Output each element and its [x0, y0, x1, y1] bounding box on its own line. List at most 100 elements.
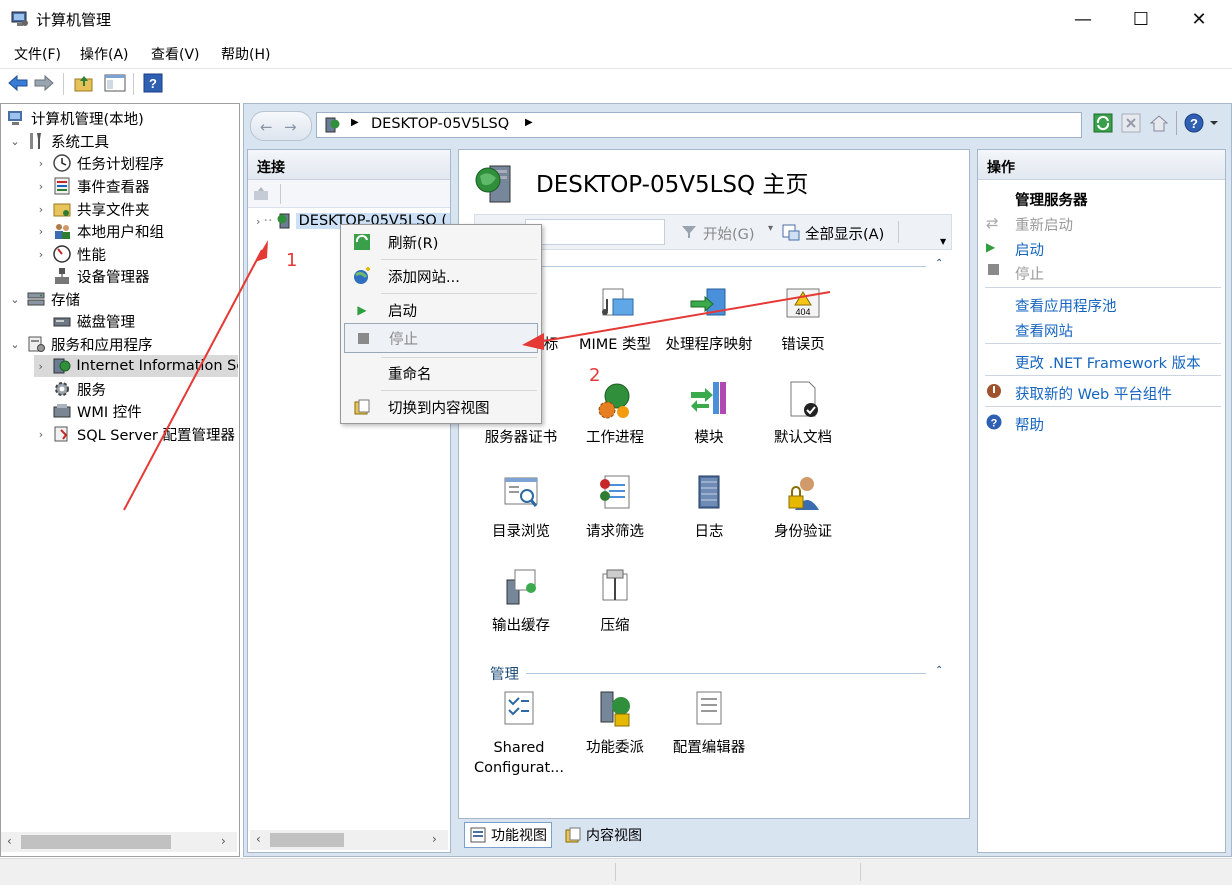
feature-authentication[interactable]: 身份验证	[756, 472, 850, 542]
feature-handler-mappings[interactable]: 处理程序映射	[662, 285, 756, 355]
scroll-thumb[interactable]	[21, 835, 171, 849]
actions-separator	[985, 406, 1221, 407]
action-stop[interactable]: 停止	[1015, 263, 1044, 284]
close-button[interactable]: ✕	[1176, 0, 1222, 38]
breadcrumb-server[interactable]: DESKTOP-05V5LSQ	[371, 116, 509, 132]
action-start[interactable]: 启动	[1015, 239, 1044, 260]
scroll-left-icon[interactable]: ‹	[7, 834, 12, 848]
feature-compression[interactable]: 压缩	[568, 566, 662, 636]
tree-item-wmi[interactable]: ›WMI 控件	[34, 400, 142, 422]
feature-output-caching[interactable]: 输出缓存	[474, 566, 568, 636]
tree-item-sql-server[interactable]: › SQL Server 配置管理器	[34, 423, 235, 445]
action-view-sites[interactable]: 查看网站	[1015, 320, 1073, 341]
tree-horizontal-scrollbar[interactable]: ‹ ›	[1, 832, 237, 852]
clock-icon	[52, 153, 72, 173]
feature-mime-types[interactable]: MIME 类型	[568, 285, 662, 355]
feature-modules[interactable]: 模块	[662, 378, 756, 448]
tree-item-disk-management[interactable]: ›磁盘管理	[34, 310, 135, 332]
scroll-left-icon[interactable]: ‹	[256, 832, 261, 846]
tree-item-performance[interactable]: › 性能	[34, 243, 106, 265]
feature-error-pages[interactable]: 404 错误页	[756, 285, 850, 355]
expand-chevron-icon[interactable]: ›	[34, 360, 47, 373]
expand-chevron-icon[interactable]: ›	[34, 428, 48, 441]
feature-configuration-editor[interactable]: 配置编辑器	[662, 688, 756, 758]
compression-icon	[593, 566, 637, 610]
tree-item-services-apps[interactable]: ⌄ 服务和应用程序	[8, 333, 153, 355]
scroll-thumb[interactable]	[270, 833, 344, 847]
action-view-app-pools[interactable]: 查看应用程序池	[1015, 295, 1117, 316]
feature-logging[interactable]: 日志	[662, 472, 756, 542]
home-icon[interactable]	[1149, 113, 1169, 133]
stop-icon[interactable]	[1121, 113, 1141, 133]
scroll-right-icon[interactable]: ›	[221, 834, 226, 848]
expand-chevron-icon[interactable]: ›	[34, 248, 48, 261]
filter-input[interactable]	[525, 219, 665, 245]
tree-item-storage[interactable]: ⌄ 存储	[8, 288, 80, 310]
feature-shared-configuration[interactable]: Shared Configurat...	[472, 688, 566, 778]
menu-help[interactable]: 帮助(H)	[221, 44, 270, 64]
tree-item-iis[interactable]: › Internet Information Se	[34, 355, 238, 377]
feature-delegation[interactable]: 功能委派	[568, 688, 662, 758]
menu-separator	[381, 390, 537, 391]
expand-chevron-icon[interactable]: ›	[34, 203, 48, 216]
collapse-section-icon[interactable]: ⌃	[935, 258, 943, 269]
collapse-section-icon[interactable]: ⌃	[935, 665, 943, 676]
show-hide-tree-icon[interactable]	[104, 73, 126, 93]
help-dropdown-icon[interactable]: ?	[1184, 113, 1220, 133]
up-folder-icon[interactable]	[74, 73, 94, 93]
refresh-icon[interactable]	[1093, 113, 1113, 133]
tab-features-view[interactable]: 功能视图	[464, 822, 552, 848]
start-filter-button[interactable]: 开始(G)	[703, 223, 755, 244]
help-icon[interactable]: ?	[143, 73, 163, 93]
context-menu-add-site[interactable]: 添加网站...	[344, 261, 538, 291]
tree-item-services[interactable]: ›服务	[34, 378, 106, 400]
collapse-chevron-icon[interactable]: ⌄	[8, 293, 22, 306]
menu-view[interactable]: 查看(V)	[151, 44, 200, 64]
context-menu-rename[interactable]: 重命名	[344, 358, 538, 388]
dropdown-arrow-icon[interactable]: ▾	[768, 223, 773, 234]
connect-icon[interactable]	[252, 185, 270, 203]
action-restart[interactable]: 重新启动	[1015, 214, 1073, 235]
nav-back-icon[interactable]: ←	[260, 118, 273, 136]
context-menu-start[interactable]: ▶ 启动	[344, 295, 538, 325]
expand-chevron-icon[interactable]: ›	[256, 215, 260, 228]
connections-horizontal-scrollbar[interactable]: ‹ ›	[250, 830, 448, 850]
expand-chevron-icon[interactable]: ›	[34, 180, 48, 193]
nav-forward-icon[interactable]: →	[284, 118, 297, 136]
tree-item-device-manager[interactable]: ›设备管理器	[34, 265, 150, 287]
menu-action[interactable]: 操作(A)	[80, 44, 129, 64]
feature-worker-processes[interactable]: 工作进程	[568, 378, 662, 448]
tree-item-shared-folders[interactable]: › 共享文件夹	[34, 198, 150, 220]
context-menu-switch-content-view[interactable]: 切换到内容视图	[344, 392, 538, 422]
action-change-net-version[interactable]: 更改 .NET Framework 版本	[1015, 352, 1201, 373]
forward-arrow-icon[interactable]	[34, 74, 54, 92]
back-arrow-icon[interactable]	[8, 74, 28, 92]
tree-item-task-scheduler[interactable]: › 任务计划程序	[34, 152, 164, 174]
context-menu-stop[interactable]: 停止	[344, 323, 538, 353]
maximize-button[interactable]: ☐	[1118, 0, 1164, 38]
feature-request-filtering[interactable]: 请求筛选	[568, 472, 662, 542]
tree-root[interactable]: 计算机管理(本地)	[6, 107, 144, 129]
breadcrumb-arrow-icon[interactable]: ▶	[525, 117, 533, 128]
feature-directory-browsing[interactable]: 目录浏览	[474, 472, 568, 542]
minimize-button[interactable]: —	[1060, 0, 1106, 38]
collapse-chevron-icon[interactable]: ⌄	[8, 135, 22, 148]
tree-item-system-tools[interactable]: ⌄ 系统工具	[8, 130, 109, 152]
more-dropdown-icon[interactable]: ▼	[940, 237, 946, 246]
scroll-right-icon[interactable]: ›	[432, 832, 437, 846]
action-help[interactable]: 帮助	[1015, 414, 1044, 435]
tree-item-local-users[interactable]: › 本地用户和组	[34, 220, 164, 242]
breadcrumb-arrow-icon[interactable]: ▶	[351, 117, 359, 128]
tree-item-event-viewer[interactable]: › 事件查看器	[34, 175, 150, 197]
expand-chevron-icon[interactable]: ›	[34, 157, 48, 170]
expand-chevron-icon[interactable]: ›	[34, 225, 48, 238]
collapse-chevron-icon[interactable]: ⌄	[8, 338, 22, 351]
feature-default-document[interactable]: 默认文档	[756, 378, 850, 448]
menu-file[interactable]: 文件(F)	[14, 44, 61, 64]
tab-content-view[interactable]: 内容视图	[560, 822, 646, 848]
address-bar[interactable]: ▶ DESKTOP-05V5LSQ ▶	[316, 112, 1082, 138]
performance-icon	[52, 244, 72, 264]
action-get-web-components[interactable]: 获取新的 Web 平台组件	[1015, 383, 1172, 404]
context-menu-refresh[interactable]: 刷新(R)	[344, 227, 538, 257]
show-all-button[interactable]: 全部显示(A)	[805, 223, 884, 244]
